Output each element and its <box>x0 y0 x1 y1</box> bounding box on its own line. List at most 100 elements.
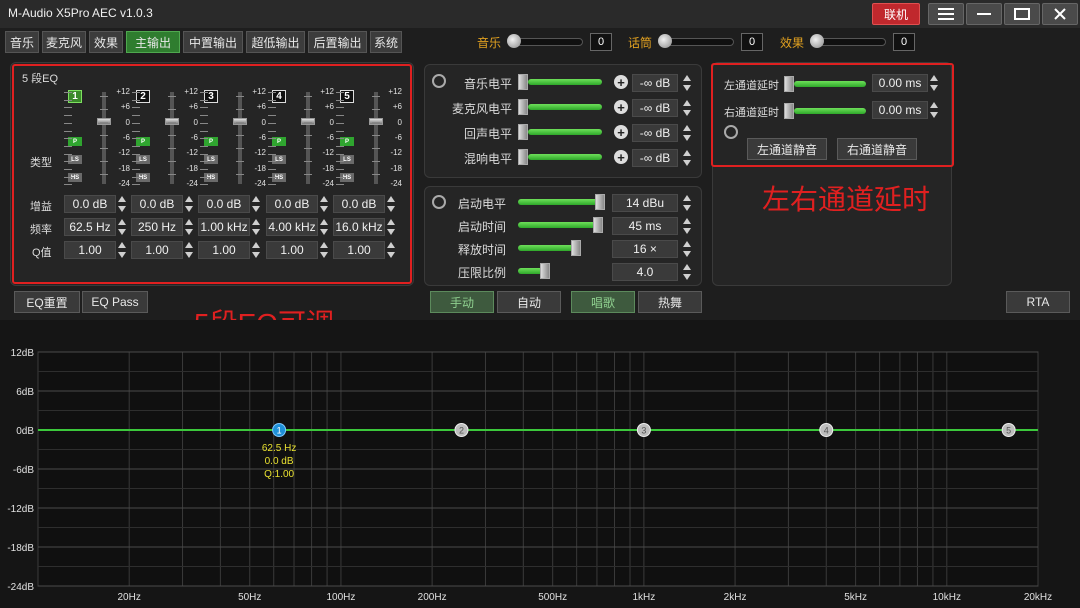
band-4-gain-value[interactable]: 0.0 dB <box>266 195 318 213</box>
band-1-gain-value[interactable]: 0.0 dB <box>64 195 116 213</box>
band-3-freq-spinner[interactable] <box>252 218 261 236</box>
delay-link-icon[interactable] <box>724 125 738 139</box>
mix-slider-knob-1[interactable] <box>658 34 672 48</box>
band-2-freq-spinner[interactable] <box>185 218 194 236</box>
band-1-q-value[interactable]: 1.00 <box>64 241 116 259</box>
band-3-freq-value[interactable]: 1.00 kHz <box>198 218 250 236</box>
close-icon[interactable] <box>1042 3 1078 25</box>
eq-response-graph[interactable]: 12dB 6dB 0dB -6dB -12dB -18dB -24dB 20Hz 50Hz 100… <box>0 320 1080 608</box>
right-delay-spinner[interactable] <box>930 101 939 119</box>
mix-slider-knob-0[interactable] <box>507 34 521 48</box>
band-4-gain-spinner[interactable] <box>320 195 329 213</box>
limiter-link-icon[interactable] <box>432 195 446 209</box>
mix-value-2[interactable]: 0 <box>893 33 915 51</box>
limiter-slider-cap-0[interactable] <box>594 194 605 210</box>
band-3-type-ls[interactable]: LS <box>204 155 218 164</box>
limiter-slider-0[interactable] <box>518 194 606 210</box>
band-3-gain-spinner[interactable] <box>252 195 261 213</box>
tab-6[interactable]: 后置输出 <box>308 31 367 53</box>
level-slider-2[interactable] <box>518 124 602 140</box>
band-5-freq-spinner[interactable] <box>387 218 396 236</box>
level-plus-icon-0[interactable]: + <box>614 75 628 89</box>
ktv-mode-button[interactable]: 唱歌 <box>571 291 635 313</box>
level-plus-icon-3[interactable]: + <box>614 150 628 164</box>
tab-5[interactable]: 超低输出 <box>246 31 305 53</box>
level-value-0[interactable]: -∞ dB <box>632 74 678 92</box>
tab-0[interactable]: 音乐 <box>5 31 39 53</box>
limiter-value-1[interactable]: 45 ms <box>612 217 678 235</box>
level-slider-3[interactable] <box>518 149 602 165</box>
limiter-spinner-0[interactable] <box>683 194 692 212</box>
level-slider-cap-2[interactable] <box>518 124 528 140</box>
band-4-type-ls[interactable]: LS <box>272 155 286 164</box>
tab-3[interactable]: 主输出 <box>126 31 180 53</box>
level-spinner-1[interactable] <box>683 99 692 117</box>
mix-value-0[interactable]: 0 <box>590 33 612 51</box>
right-mute-button[interactable]: 右通道静音 <box>837 138 917 160</box>
level-value-2[interactable]: -∞ dB <box>632 124 678 142</box>
level-slider-0[interactable] <box>518 74 602 90</box>
band-5-type-ls[interactable]: LS <box>340 155 354 164</box>
left-delay-value[interactable]: 0.00 ms <box>872 74 928 92</box>
connect-button[interactable]: 联机 <box>872 3 920 25</box>
band-2-q-value[interactable]: 1.00 <box>131 241 183 259</box>
level-plus-icon-2[interactable]: + <box>614 125 628 139</box>
tab-2[interactable]: 效果 <box>89 31 123 53</box>
auto-mode-button[interactable]: 自动 <box>497 291 561 313</box>
band-5-gain-value[interactable]: 0.0 dB <box>333 195 385 213</box>
limiter-slider-2[interactable] <box>518 240 606 256</box>
mix-value-1[interactable]: 0 <box>741 33 763 51</box>
left-delay-spinner[interactable] <box>930 74 939 92</box>
level-slider-cap-3[interactable] <box>518 149 528 165</box>
minimize-icon[interactable] <box>966 3 1002 25</box>
tab-4[interactable]: 中置输出 <box>183 31 243 53</box>
left-mute-button[interactable]: 左通道静音 <box>747 138 827 160</box>
band-5-freq-value[interactable]: 16.0 kHz <box>333 218 385 236</box>
limiter-slider-cap-1[interactable] <box>593 217 604 233</box>
menu-icon[interactable] <box>928 3 964 25</box>
limiter-spinner-1[interactable] <box>683 217 692 235</box>
band-3-gain-value[interactable]: 0.0 dB <box>198 195 250 213</box>
band-5-q-spinner[interactable] <box>387 241 396 259</box>
eq-reset-button[interactable]: EQ重置 <box>14 291 80 313</box>
band-4-freq-value[interactable]: 4.00 kHz <box>266 218 318 236</box>
band-1-freq-value[interactable]: 62.5 Hz <box>64 218 116 236</box>
dance-mode-button[interactable]: 热舞 <box>638 291 702 313</box>
level-spinner-0[interactable] <box>683 74 692 92</box>
band-1-gain-spinner[interactable] <box>118 195 127 213</box>
mix-slider-knob-2[interactable] <box>810 34 824 48</box>
limiter-spinner-2[interactable] <box>683 240 692 258</box>
level-value-1[interactable]: -∞ dB <box>632 99 678 117</box>
tab-1[interactable]: 麦克风 <box>42 31 86 53</box>
limiter-value-0[interactable]: 14 dBu <box>612 194 678 212</box>
limiter-slider-cap-3[interactable] <box>540 263 551 279</box>
band-4-q-value[interactable]: 1.00 <box>266 241 318 259</box>
maximize-icon[interactable] <box>1004 3 1040 25</box>
limiter-spinner-3[interactable] <box>683 263 692 281</box>
level-value-3[interactable]: -∞ dB <box>632 149 678 167</box>
limiter-slider-3[interactable] <box>518 263 606 279</box>
rta-button[interactable]: RTA <box>1006 291 1070 313</box>
band-2-gain-spinner[interactable] <box>185 195 194 213</box>
band-4-q-spinner[interactable] <box>320 241 329 259</box>
level-slider-1[interactable] <box>518 99 602 115</box>
level-slider-cap-1[interactable] <box>518 99 528 115</box>
level-spinner-2[interactable] <box>683 124 692 142</box>
band-2-q-spinner[interactable] <box>185 241 194 259</box>
level-spinner-3[interactable] <box>683 149 692 167</box>
band-3-q-value[interactable]: 1.00 <box>198 241 250 259</box>
left-delay-slider[interactable] <box>784 76 866 92</box>
limiter-slider-1[interactable] <box>518 217 606 233</box>
eq-pass-button[interactable]: EQ Pass <box>82 291 148 313</box>
limiter-value-2[interactable]: 16 × <box>612 240 678 258</box>
level-plus-icon-1[interactable]: + <box>614 100 628 114</box>
band-5-q-value[interactable]: 1.00 <box>333 241 385 259</box>
right-delay-value[interactable]: 0.00 ms <box>872 101 928 119</box>
band-1-freq-spinner[interactable] <box>118 218 127 236</box>
band-2-gain-value[interactable]: 0.0 dB <box>131 195 183 213</box>
band-3-q-spinner[interactable] <box>252 241 261 259</box>
levels-link-icon[interactable] <box>432 74 446 88</box>
limiter-slider-cap-2[interactable] <box>571 240 582 256</box>
limiter-value-3[interactable]: 4.0 <box>612 263 678 281</box>
band-2-freq-value[interactable]: 250 Hz <box>131 218 183 236</box>
